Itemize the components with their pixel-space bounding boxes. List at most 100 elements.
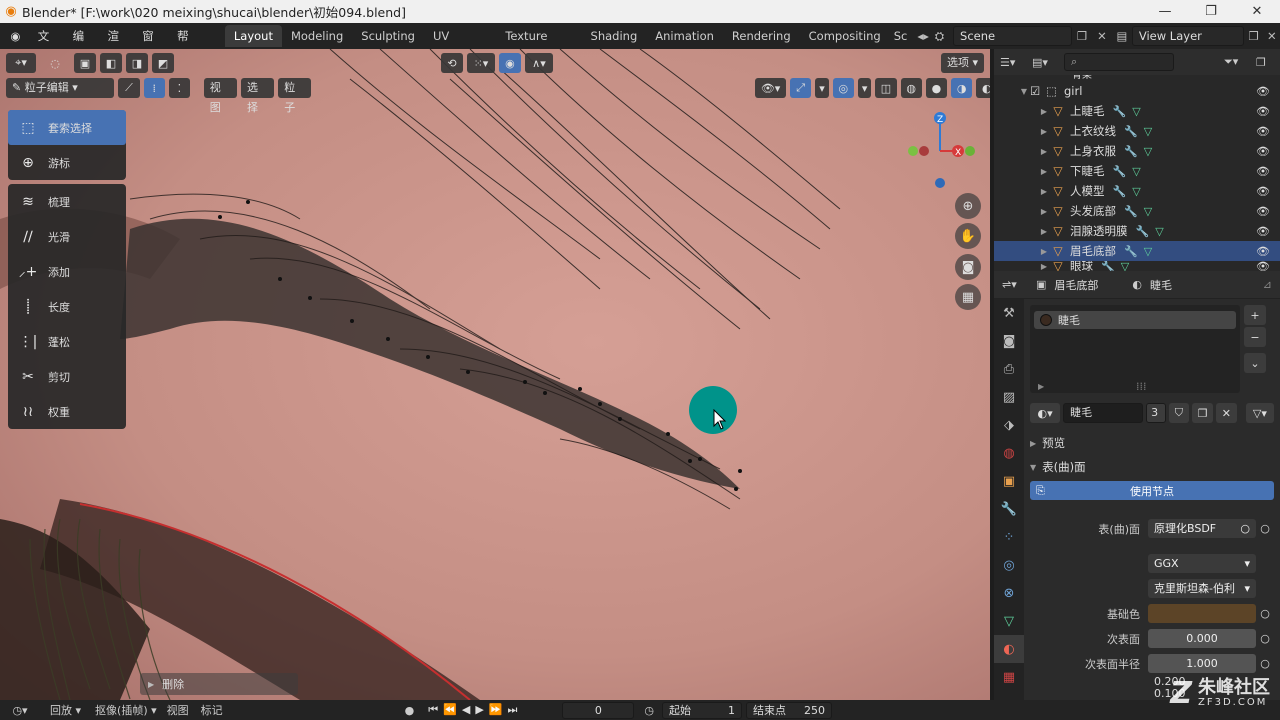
gizmo-icon[interactable]: ⤢ xyxy=(790,78,812,98)
scene-tab-icon[interactable]: ⬗ xyxy=(994,411,1024,439)
start-frame-field[interactable]: 起始 1 xyxy=(662,701,742,719)
menu-timeline-view[interactable]: 视图 xyxy=(161,702,195,718)
mesh-data-icon[interactable]: ▽ xyxy=(1144,145,1152,158)
outliner-item[interactable]: ▶ ▽ 人模型 🔧 ▽ 👁 xyxy=(994,181,1280,201)
new-scene-icon[interactable]: ❐ xyxy=(1072,29,1092,43)
render-tab-icon[interactable]: ◙ xyxy=(994,327,1024,355)
modifier-icon[interactable]: 🔧 xyxy=(1101,261,1115,271)
socket-icon[interactable]: ○ xyxy=(1256,657,1274,670)
end-frame-field[interactable]: 结束点 250 xyxy=(746,701,832,719)
slot-menu-icon[interactable]: ⌄ xyxy=(1244,353,1266,373)
tool-puff[interactable]: ⋮| 蓬松 xyxy=(8,324,126,359)
mesh-data-icon[interactable]: ▽ xyxy=(1132,105,1140,118)
mesh-data-icon[interactable]: ▽ xyxy=(1144,205,1152,218)
tab-rendering[interactable]: Rendering xyxy=(723,25,800,47)
modifier-tab-icon[interactable]: 🔧 xyxy=(994,495,1024,523)
select-tip-icon[interactable]: ⁚ xyxy=(168,78,191,98)
numeric-field[interactable]: 0.000 xyxy=(1148,629,1256,648)
editor-type-icon[interactable]: ⌖▾ xyxy=(6,53,36,73)
proportional-edit-icon[interactable]: ◉ xyxy=(498,53,521,73)
lasso-tool-icon[interactable]: ◌ xyxy=(40,53,70,73)
modifier-icon[interactable]: 🔧 xyxy=(1113,185,1127,198)
options-dropdown[interactable]: 选项 ▾ xyxy=(940,53,984,73)
resize-handle-icon[interactable]: ⁞⁞⁞ xyxy=(1136,380,1147,393)
mesh-data-icon[interactable]: ▽ xyxy=(1132,185,1140,198)
material-slot-list[interactable]: 睫毛 ▶ ⁞⁞⁞ xyxy=(1030,305,1240,393)
eye-icon[interactable]: 👁 xyxy=(1256,145,1270,158)
material-tab-icon[interactable]: ◐ xyxy=(994,635,1024,663)
tool-settings-tab-icon[interactable]: ⚒ xyxy=(994,299,1024,327)
collapse-icon[interactable]: ▼ xyxy=(1018,87,1030,96)
eye-icon[interactable]: 👁 xyxy=(1256,105,1270,118)
gizmo-dropdown-icon[interactable]: ▾ xyxy=(815,78,829,98)
remove-scene-icon[interactable]: ✕ xyxy=(1092,29,1112,43)
select-new-icon[interactable]: ▣ xyxy=(74,53,96,73)
link-type-icon[interactable]: ▽▾ xyxy=(1245,403,1275,423)
tab-uv-editing[interactable]: UV Editing xyxy=(424,25,496,65)
maximize-button[interactable]: ❐ xyxy=(1188,4,1234,19)
menu-select[interactable]: 选择 xyxy=(241,78,275,114)
checkbox-icon[interactable]: ☑ xyxy=(1030,84,1046,98)
last-operator-panel[interactable]: ▶ 删除 xyxy=(140,673,298,695)
menu-help[interactable]: 帮助 xyxy=(170,25,205,65)
object-tab-icon[interactable]: ▣ xyxy=(994,467,1024,495)
menu-file[interactable]: 文件 xyxy=(31,25,66,65)
outliner-item[interactable]: ▶ ▽ 下睫毛 🔧 ▽ 👁 xyxy=(994,161,1280,181)
properties-editor-icon[interactable]: ⇌▾ xyxy=(1002,278,1028,291)
remove-slot-icon[interactable]: − xyxy=(1244,327,1266,347)
tool-cursor[interactable]: ⊕ 游标 xyxy=(8,145,126,180)
expand-icon[interactable]: ▶ xyxy=(1038,167,1050,176)
mesh-data-icon[interactable]: ▽ xyxy=(1144,125,1152,138)
menu-view[interactable]: 视图 xyxy=(203,78,237,114)
shader-selector[interactable]: 原理化BSDF ○ xyxy=(1148,519,1256,538)
add-slot-icon[interactable]: + xyxy=(1244,305,1266,325)
world-tab-icon[interactable]: ◍ xyxy=(994,439,1024,467)
menu-marker[interactable]: 标记 xyxy=(195,702,229,718)
modifier-icon[interactable]: 🔧 xyxy=(1124,145,1138,158)
eye-icon[interactable]: 👁 xyxy=(1256,185,1270,198)
outliner-collection-row[interactable]: ▼ ☑ ⬚ girl 👁 xyxy=(994,81,1280,101)
menu-playback[interactable]: 回放 ▾ xyxy=(40,702,91,718)
outliner-item[interactable]: ▶ ▽ 上衣纹线 🔧 ▽ 👁 xyxy=(994,121,1280,141)
preview-section[interactable]: ▶ 预览 xyxy=(1030,431,1274,455)
solid-shading-icon[interactable]: ● xyxy=(925,78,948,98)
eye-icon[interactable]: 👁 xyxy=(1256,165,1270,178)
unlink-material-icon[interactable]: ✕ xyxy=(1216,403,1237,423)
eye-icon[interactable]: 👁 xyxy=(1256,245,1270,258)
navigation-gizmo[interactable]: Z X xyxy=(900,109,980,189)
base-color-swatch[interactable] xyxy=(1148,604,1256,623)
numeric-field[interactable]: 1.000 xyxy=(1148,654,1256,673)
texture-tab-icon[interactable]: ▦ xyxy=(994,663,1024,691)
dropdown-field[interactable]: 克里斯坦森-伯利 ▾ xyxy=(1148,579,1256,598)
playback-controls-icon[interactable]: ⏮⏪◀▶⏩⏭ xyxy=(428,703,522,717)
display-mode-icon[interactable]: ▤▾ xyxy=(1032,56,1058,69)
scene-selector[interactable]: Scene xyxy=(953,26,1073,46)
tab-scripting[interactable]: Sc xyxy=(890,25,912,47)
socket-icon[interactable]: ○ xyxy=(1256,632,1274,645)
eye-icon[interactable]: 👁 xyxy=(1256,85,1270,98)
fake-user-icon[interactable]: ⛉ xyxy=(1168,403,1190,423)
mesh-data-icon[interactable]: ▽ xyxy=(1155,225,1163,238)
tab-shading[interactable]: Shading xyxy=(582,25,647,47)
mesh-data-icon[interactable]: ▽ xyxy=(1132,165,1140,178)
visibility-icon[interactable]: 👁▾ xyxy=(755,78,786,98)
slot-expand-icon[interactable]: ▶ xyxy=(1038,382,1044,391)
users-count[interactable]: 3 xyxy=(1146,403,1166,423)
outliner-item[interactable]: ▶ ▽ 眉毛底部 🔧 ▽ 👁 xyxy=(994,241,1280,261)
modifier-icon[interactable]: 🔧 xyxy=(1124,125,1138,138)
tool-length[interactable]: ⸽ 长度 xyxy=(8,289,126,324)
pan-hand-icon[interactable]: ✋ xyxy=(955,223,981,249)
tool-cut[interactable]: ✂ 剪切 xyxy=(8,359,126,394)
tool-smooth[interactable]: ∕∕ 光滑 xyxy=(8,219,126,254)
current-frame-field[interactable]: 0 xyxy=(562,701,635,719)
overlay-icon[interactable]: ◎ xyxy=(832,78,854,98)
wireframe-shading-icon[interactable]: ◍ xyxy=(900,78,922,98)
timeline-editor-icon[interactable]: ◷▾ xyxy=(0,704,40,717)
expand-icon[interactable]: ▶ xyxy=(1038,227,1050,236)
use-nodes-button[interactable]: ⎘ 使用节点 xyxy=(1030,481,1274,500)
surface-section[interactable]: ▼ 表(曲)面 xyxy=(1030,455,1274,479)
browse-material-icon[interactable]: ◐▾ xyxy=(1030,403,1061,423)
view-layer-tab-icon[interactable]: ▨ xyxy=(994,383,1024,411)
outliner-item[interactable]: ▶ ▽ 上睫毛 🔧 ▽ 👁 xyxy=(994,101,1280,121)
tab-sculpting[interactable]: Sculpting xyxy=(352,25,424,47)
